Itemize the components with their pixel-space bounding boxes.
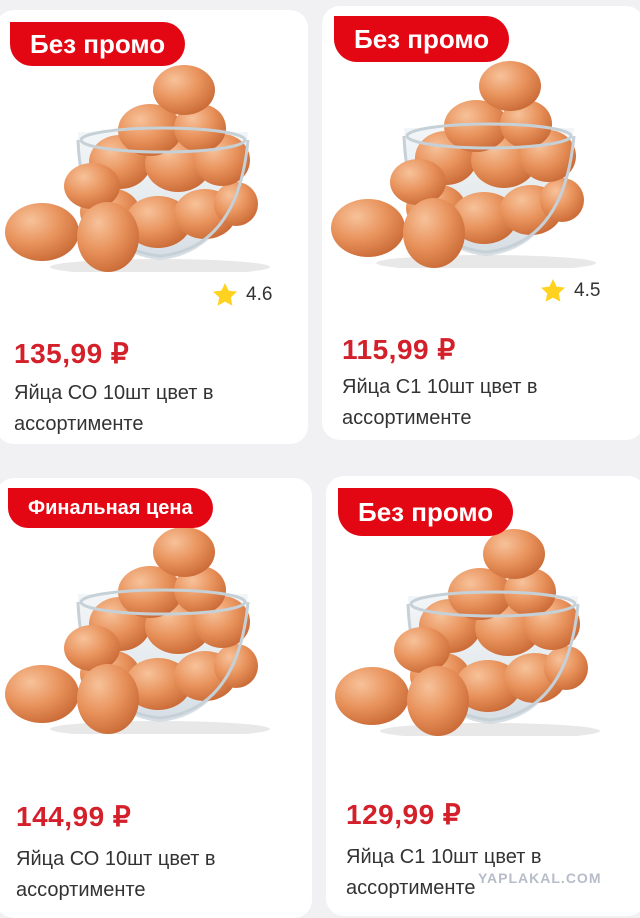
star-icon	[541, 279, 565, 302]
rating: 4.5	[540, 278, 600, 304]
product-card[interactable]: Без промо 129,99 ₽ Яйца С1 10шт цвет в а…	[326, 476, 640, 916]
promo-badge: Без промо	[10, 22, 186, 66]
product-title[interactable]: Яйца СО 10шт цвет в ассортименте	[14, 378, 294, 440]
price: 144,99 ₽	[16, 801, 132, 832]
product-image	[3, 525, 272, 734]
product-title[interactable]: Яйца С1 10шт цвет в ассортименте	[342, 372, 622, 434]
promo-badge: Без промо	[334, 16, 510, 62]
product-card[interactable]: Финальная цена 144,99 ₽ Яйца СО 10шт цве…	[0, 478, 312, 918]
rating-value: 4.6	[246, 284, 273, 305]
price: 115,99 ₽	[342, 334, 456, 365]
watermark: YAPLAKAL.COM	[478, 870, 602, 886]
star-icon	[213, 283, 237, 306]
price: 135,99 ₽	[14, 338, 130, 369]
product-card[interactable]: Без промо 4.5 115,99 ₽ Яйца С1 10шт цвет…	[322, 6, 640, 440]
price: 129,99 ₽	[346, 799, 462, 830]
product-image	[3, 63, 272, 272]
product-card[interactable]: Без промо 4.6 135,99 ₽ Яйца СО 10шт цвет…	[0, 10, 308, 444]
product-title[interactable]: Яйца СО 10шт цвет в ассортименте	[16, 844, 296, 906]
rating: 4.6	[212, 282, 272, 308]
promo-badge: Финальная цена	[8, 488, 213, 528]
product-image	[329, 59, 598, 268]
rating-value: 4.5	[574, 280, 601, 301]
promo-badge: Без промо	[338, 488, 514, 536]
product-image	[333, 527, 602, 736]
